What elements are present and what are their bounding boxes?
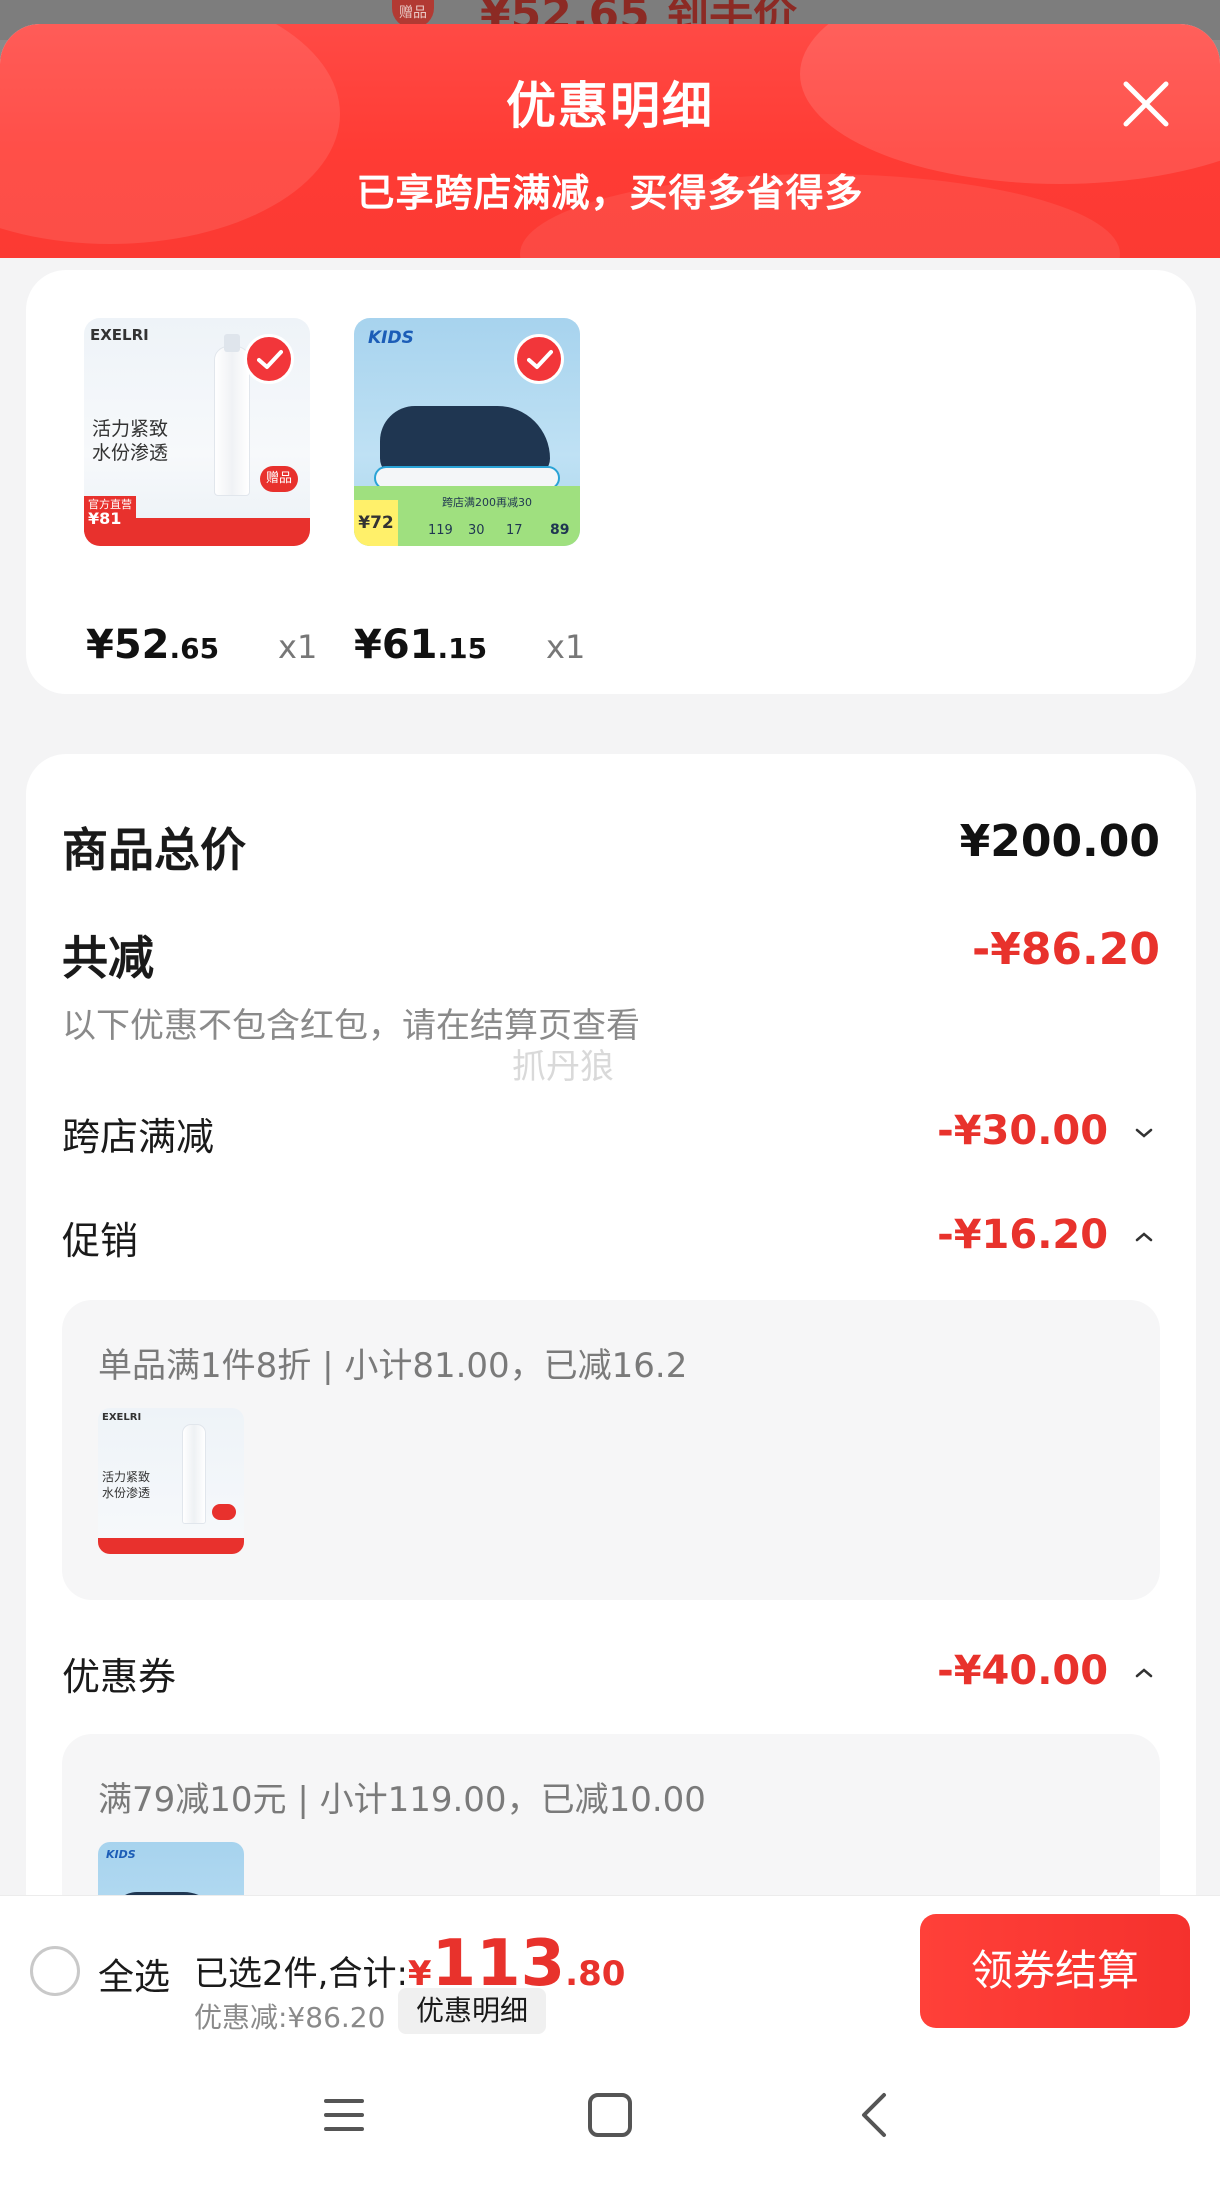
- total-decimal: .80: [565, 1954, 626, 1994]
- select-all-radio[interactable]: [30, 1946, 80, 1996]
- promo-strip: 跨店满200再减30: [442, 496, 532, 509]
- selected-count-text: 已选2件,合计:: [194, 1954, 408, 1994]
- product-thumbnail-shoes[interactable]: KIDS 跨店满200再减30 ¥72 119 30 17 89: [354, 318, 580, 546]
- coupon-value: -¥40.00: [937, 1648, 1109, 1694]
- total-price-value: ¥200.00: [959, 816, 1160, 867]
- checkout-bar: 全选 已选2件,合计:¥113.80 优惠减:¥86.20 优惠明细 领券结算: [0, 1895, 1220, 2045]
- selected-check-icon[interactable]: [514, 334, 564, 384]
- product-price: ¥61.15: [354, 622, 488, 668]
- selected-goods-card: EXELRI 活力紧致 水份渗透 赠品 官方直营 ¥81 ¥52.65 x1 KI…: [26, 270, 1196, 694]
- close-icon[interactable]: [1118, 76, 1174, 132]
- promo-label: 促销: [62, 1219, 139, 1263]
- coupon-row[interactable]: -¥40.00: [937, 1648, 1156, 1694]
- watermark: 抓丹狼: [512, 1047, 614, 1087]
- product-slogan: 活力紧致: [92, 418, 169, 440]
- chevron-up-icon: [1135, 1232, 1153, 1242]
- chevron-up-icon: [1135, 1668, 1153, 1678]
- sheet-subtitle: 已享跨店满减，买得多省得多: [356, 171, 864, 215]
- promo-number: 119: [428, 523, 453, 538]
- menu-icon[interactable]: [314, 2085, 374, 2145]
- sheet-title: 优惠明细: [506, 77, 714, 135]
- promo-description: 单品满1件8折 | 小计81.00，已减16.2: [98, 1346, 688, 1386]
- thumb-price-tag: ¥72: [354, 500, 398, 546]
- chevron-down-icon: [1135, 1128, 1153, 1138]
- discount-amount: 优惠减:¥86.20: [194, 2001, 386, 2034]
- promo-product-thumbnail[interactable]: EXELRI 活力紧致 水份渗透: [98, 1408, 244, 1554]
- coupon-label: 优惠券: [62, 1655, 177, 1699]
- product-quantity: x1: [546, 628, 586, 666]
- cross-store-row[interactable]: -¥30.00: [937, 1108, 1156, 1154]
- product-quantity: x1: [278, 628, 318, 666]
- select-all-label[interactable]: 全选: [98, 1948, 170, 2000]
- thumb-price-tag: ¥81: [88, 509, 122, 528]
- total-reduce-value: -¥86.20: [971, 924, 1160, 975]
- total-price-label: 商品总价: [62, 823, 246, 877]
- product-brand: KIDS: [368, 328, 414, 348]
- promo-number: 89: [550, 522, 570, 538]
- sheet-header: 优惠明细 已享跨店满减，买得多省得多: [0, 24, 1220, 258]
- selected-summary: 已选2件,合计:¥113.80: [194, 1932, 625, 1996]
- bottle-image: [214, 346, 250, 496]
- checkout-button[interactable]: 领券结算: [920, 1914, 1190, 2028]
- promo-number: 30: [468, 523, 485, 538]
- discount-detail-sheet: 优惠明细 已享跨店满减，买得多省得多 EXELRI 活力紧致 水份渗透 赠品 官…: [0, 24, 1220, 2185]
- promo-value: -¥16.20: [937, 1212, 1109, 1258]
- product-slogan: 水份渗透: [92, 442, 169, 464]
- cross-store-value: -¥30.00: [937, 1108, 1109, 1154]
- promo-row[interactable]: -¥16.20: [937, 1212, 1156, 1258]
- product-price: ¥52.65: [86, 622, 220, 668]
- system-navigation-bar: [0, 2045, 1220, 2185]
- discount-detail-tag[interactable]: 优惠明细: [398, 1988, 547, 2034]
- product-thumbnail-serum[interactable]: EXELRI 活力紧致 水份渗透 赠品 官方直营 ¥81: [84, 318, 310, 546]
- back-chevron-icon[interactable]: [846, 2085, 906, 2145]
- cross-store-label: 跨店满减: [62, 1115, 215, 1159]
- home-square-icon[interactable]: [580, 2085, 640, 2145]
- promo-number: 17: [506, 523, 523, 538]
- coupon-description: 满79减10元 | 小计119.00，已减10.00: [98, 1780, 706, 1820]
- promo-detail-box: 单品满1件8折 | 小计81.00，已减16.2 EXELRI 活力紧致 水份渗…: [62, 1300, 1160, 1600]
- product-brand: EXELRI: [90, 326, 149, 344]
- gift-badge: 赠品: [260, 466, 298, 492]
- selected-check-icon[interactable]: [244, 334, 294, 384]
- total-reduce-label: 共减: [62, 931, 154, 985]
